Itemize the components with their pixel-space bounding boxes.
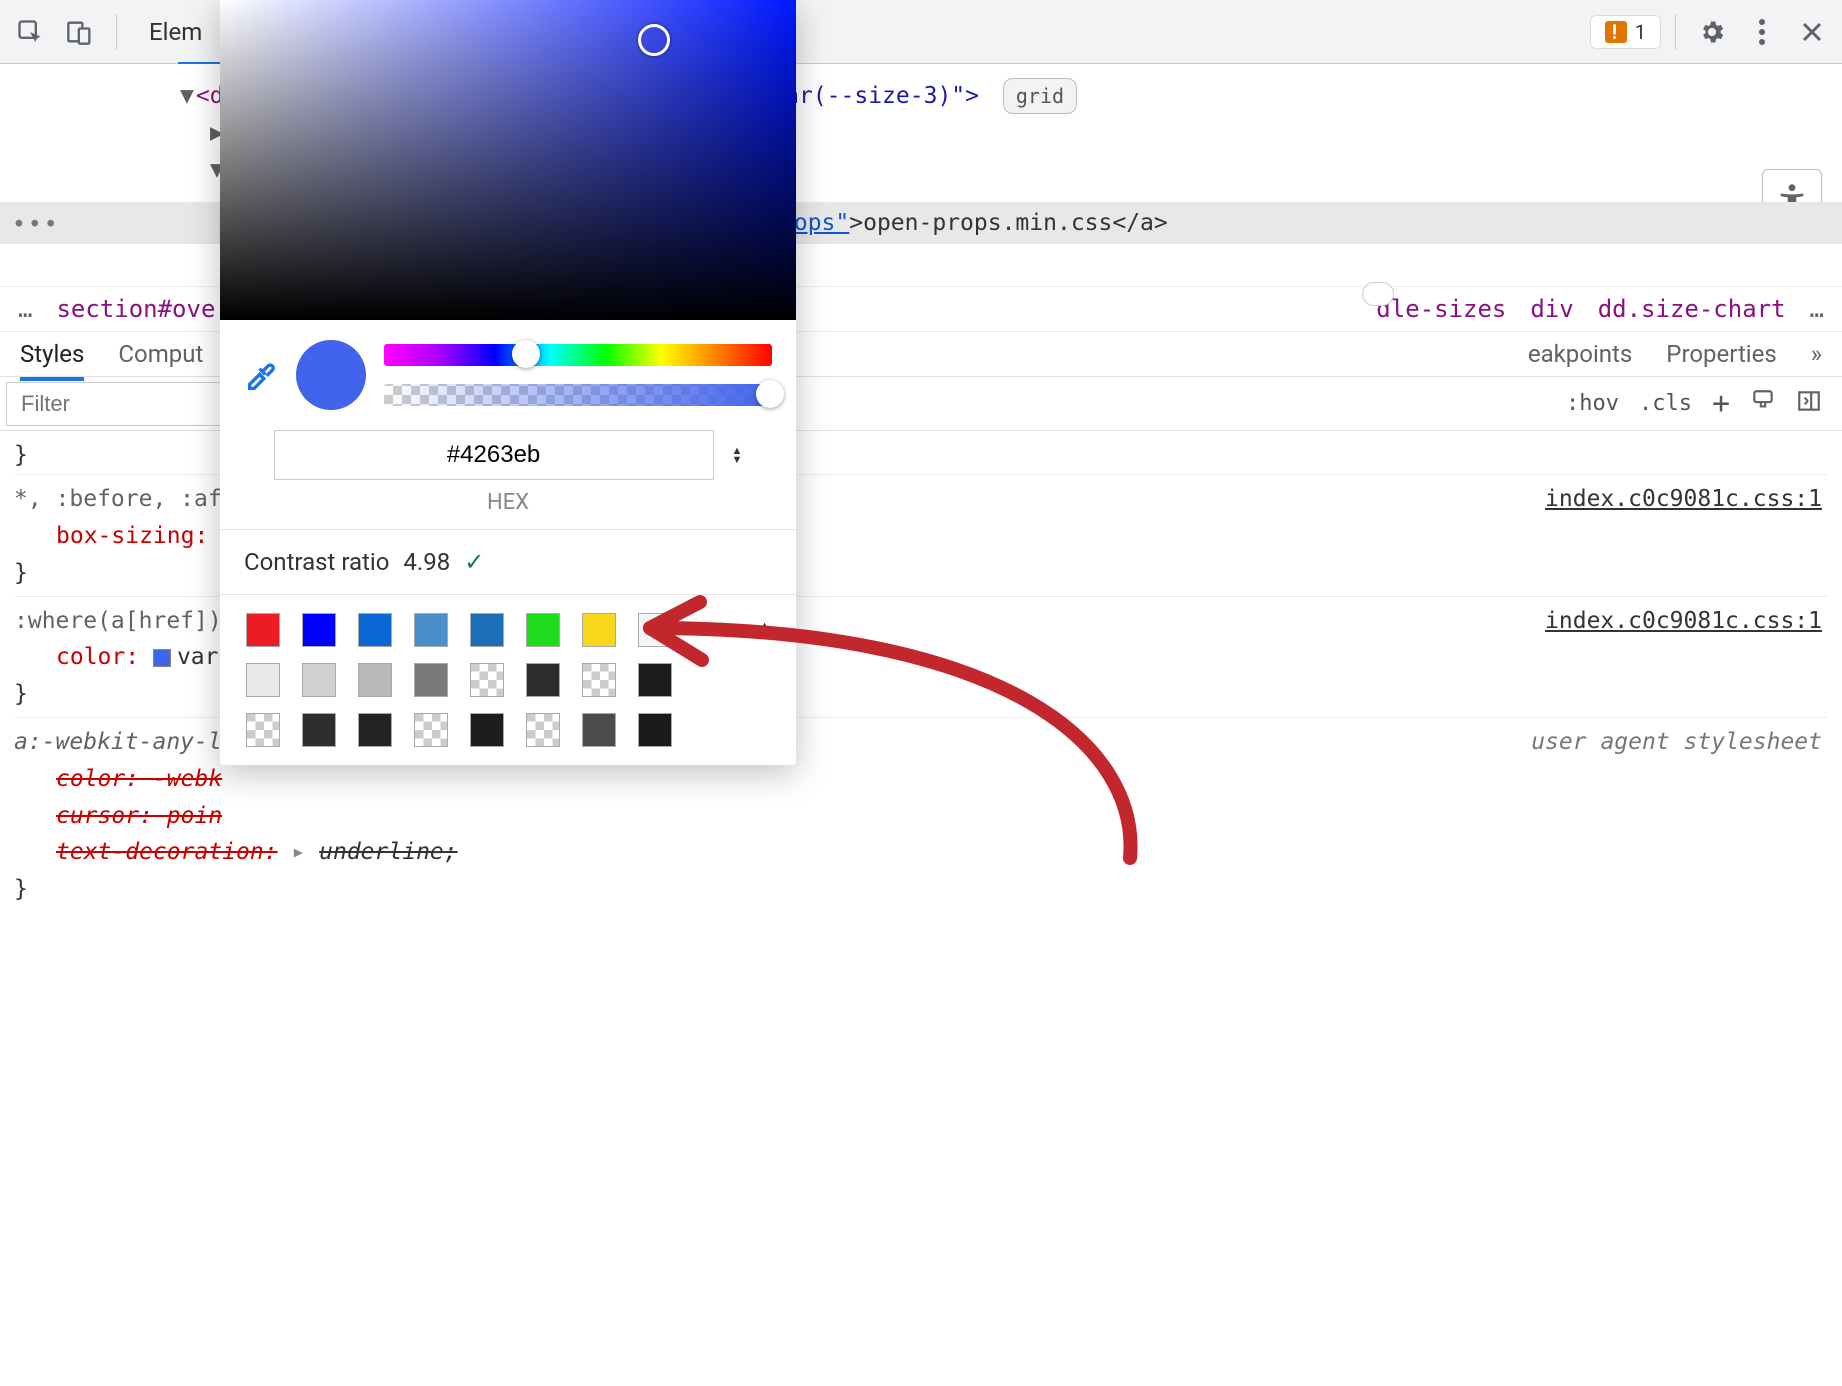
toolbar-divider [116, 14, 117, 50]
check-icon: ✓ [464, 548, 484, 576]
palette-swatch[interactable] [246, 613, 280, 647]
palette-swatch[interactable] [638, 613, 672, 647]
css-source-ua: user agent stylesheet [1531, 724, 1822, 761]
css-prop[interactable]: color: [56, 644, 139, 670]
palette-swatch[interactable] [526, 713, 560, 747]
spectrum-handle[interactable] [638, 24, 670, 56]
color-spectrum[interactable] [220, 0, 796, 320]
alpha-slider[interactable] [384, 384, 772, 406]
css-source-link[interactable]: index.c0c9081c.css:1 [1545, 603, 1822, 640]
css-value[interactable]: var [177, 644, 219, 670]
alpha-thumb[interactable] [756, 380, 784, 408]
cls-toggle[interactable]: .cls [1639, 391, 1692, 416]
settings-gear-icon[interactable] [1690, 10, 1734, 54]
palette-swatch[interactable] [470, 613, 504, 647]
dom-closing-tag: </a> [1112, 210, 1167, 236]
dom-attr-value: var(--size-3)"> [771, 83, 979, 109]
toggle-sidebar-icon[interactable] [1796, 388, 1822, 420]
palette-swatch[interactable] [358, 663, 392, 697]
palette-swatch[interactable] [470, 713, 504, 747]
palette-swatch[interactable] [302, 663, 336, 697]
hex-input[interactable] [274, 430, 714, 480]
kebab-menu-icon[interactable] [1740, 10, 1784, 54]
css-source-link[interactable]: index.c0c9081c.css:1 [1545, 481, 1822, 518]
ellipsis-icon: ••• [12, 212, 60, 238]
palette-swatch[interactable] [302, 713, 336, 747]
format-spinner[interactable]: ▲▼ [732, 446, 743, 464]
subtab-properties[interactable]: Properties [1666, 340, 1776, 368]
tab-elements[interactable]: Elem [131, 18, 220, 46]
subtab-styles[interactable]: Styles [20, 340, 84, 368]
breadcrumb-item[interactable]: dd.size-chart [1598, 295, 1786, 323]
palette-swatch[interactable] [638, 663, 672, 697]
subtabs-overflow[interactable]: » [1811, 340, 1822, 368]
remove-badge[interactable] [1362, 282, 1394, 306]
contrast-row[interactable]: Contrast ratio 4.98 ✓ [220, 529, 796, 594]
css-value[interactable]: underline; [319, 839, 457, 865]
breadcrumb-item[interactable]: section#ove [56, 295, 215, 323]
color-swatch[interactable] [153, 649, 171, 667]
palette-swatch[interactable] [470, 663, 504, 697]
hex-label: HEX [220, 490, 796, 529]
hov-toggle[interactable]: :hov [1566, 391, 1619, 416]
styles-brush-icon[interactable] [1750, 388, 1776, 420]
swatch-palette: ▲▼ [220, 594, 796, 765]
inspect-element-icon[interactable] [8, 10, 52, 54]
palette-swatch[interactable] [246, 663, 280, 697]
device-toggle-icon[interactable] [58, 10, 102, 54]
dom-link-text: ops" [794, 210, 849, 236]
palette-swatch[interactable] [302, 613, 336, 647]
color-picker-popover: ▲▼ HEX Contrast ratio 4.98 ✓ ▲▼ [220, 0, 796, 765]
breadcrumb-item[interactable]: div [1530, 295, 1573, 323]
warning-icon [1605, 21, 1627, 43]
palette-swatch[interactable] [638, 713, 672, 747]
current-color-preview [296, 340, 366, 410]
palette-swatch[interactable] [414, 713, 448, 747]
palette-swatch[interactable] [414, 613, 448, 647]
contrast-value: 4.98 [403, 548, 450, 576]
css-prop-overridden[interactable]: text-decoration: [56, 839, 278, 865]
css-prop[interactable]: box-sizing: [56, 523, 208, 549]
close-icon[interactable] [1790, 10, 1834, 54]
breadcrumb-item[interactable]: dle-sizes [1376, 295, 1506, 323]
hue-slider[interactable] [384, 344, 772, 366]
palette-spinner[interactable]: ▲▼ [759, 621, 770, 639]
palette-swatch[interactable] [526, 613, 560, 647]
palette-swatch[interactable] [582, 713, 616, 747]
css-prop-overridden[interactable]: color: -webk [56, 761, 1828, 798]
issues-count: 1 [1635, 20, 1646, 44]
toolbar-divider [1675, 14, 1676, 50]
css-prop-overridden[interactable]: cursor: poin [56, 798, 1828, 835]
contrast-label: Contrast ratio [244, 548, 389, 576]
palette-swatch[interactable] [582, 613, 616, 647]
breadcrumb-overflow-right[interactable]: … [1810, 295, 1824, 323]
dom-text-content: open-props.min.css [863, 210, 1112, 236]
grid-badge[interactable]: grid [1003, 78, 1077, 114]
subtab-computed[interactable]: Comput [118, 340, 203, 368]
breadcrumb-overflow-left[interactable]: … [18, 295, 32, 323]
issues-chip[interactable]: 1 [1590, 15, 1661, 49]
eyedropper-icon[interactable] [244, 356, 278, 395]
palette-swatch[interactable] [358, 613, 392, 647]
palette-swatch[interactable] [582, 663, 616, 697]
new-rule-icon[interactable]: + [1712, 386, 1730, 421]
palette-swatch[interactable] [414, 663, 448, 697]
palette-swatch[interactable] [358, 713, 392, 747]
palette-swatch[interactable] [526, 663, 560, 697]
palette-swatch[interactable] [246, 713, 280, 747]
subtab-breakpoints[interactable]: eakpoints [1528, 340, 1632, 368]
hue-thumb[interactable] [512, 340, 540, 368]
